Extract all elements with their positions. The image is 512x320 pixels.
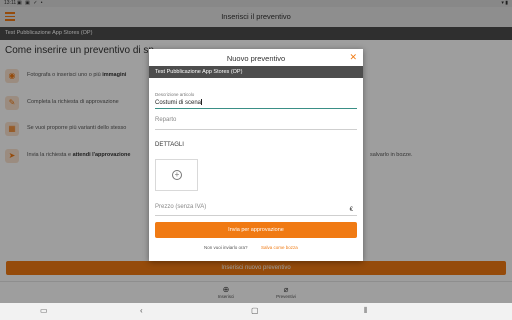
description-value: Costumi di scena (155, 100, 202, 106)
details-section-label: DETTAGLI (155, 142, 184, 148)
home-icon[interactable]: ▢ (251, 306, 259, 315)
submit-for-approval-button[interactable]: Invia per approvazione (155, 222, 357, 238)
add-image-button[interactable]: + (155, 159, 198, 191)
save-draft-link[interactable]: Salva come bozza (261, 245, 298, 250)
price-input[interactable]: Prezzo (senza IVA) (155, 204, 206, 210)
add-circle-icon: + (172, 170, 182, 180)
back-icon[interactable]: ‹ (140, 306, 143, 315)
price-underline (155, 215, 357, 216)
department-underline (155, 129, 357, 130)
new-quote-dialog: Nuovo preventivo ✕ Test Pubblicazione Ap… (149, 49, 363, 261)
description-label: Descrizione articolo (155, 92, 195, 97)
currency-symbol: € (349, 207, 353, 213)
footer-question: Non vuoi inviarlo ora? (204, 245, 248, 250)
recents-icon[interactable]: ⦀ (364, 306, 368, 316)
system-nav-bar: ▭ ‹ ▢ ⦀ (0, 303, 512, 320)
dialog-title: Nuovo preventivo (226, 54, 286, 63)
close-icon[interactable]: ✕ (349, 52, 357, 62)
description-underline (155, 108, 357, 109)
department-input[interactable]: Reparto (155, 117, 176, 123)
description-input[interactable]: Costumi di scena (155, 99, 202, 106)
keyboard-icon[interactable]: ▭ (40, 306, 48, 315)
dialog-company-header: Test Pubblicazione App Stores (OP) (149, 66, 363, 78)
text-cursor (201, 99, 202, 105)
dialog-header: Nuovo preventivo ✕ (149, 49, 363, 66)
